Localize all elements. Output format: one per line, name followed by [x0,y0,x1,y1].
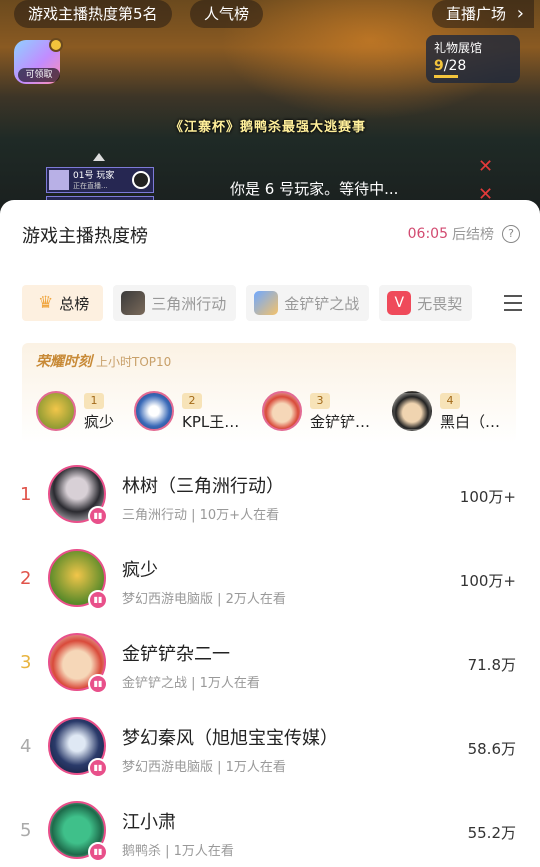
tab-label: 无畏契 [417,294,463,313]
help-icon[interactable]: ? [502,225,520,243]
tab-valorant[interactable]: V 无畏契 [379,285,473,321]
streamer-meta: 金铲铲之战 | 1万人在看 [122,676,260,691]
live-indicator-icon: ▮▮ [88,506,108,526]
heat-score: 55.2万 [467,824,516,842]
honor-rank-badge: 3 [310,393,330,409]
gift-gallery-progress: 9/28 [434,58,467,74]
heat-score: 100万+ [459,572,516,590]
valorant-icon: V [387,291,412,315]
rank-number: 4 [20,736,32,757]
tab-tft[interactable]: 金铲铲之战 [246,285,370,321]
live-plaza-button[interactable]: 直播广场 › [431,0,534,28]
popularity-list-pill[interactable]: 人气榜 [190,0,264,28]
avatar [392,391,432,431]
streamer-name: 金铲铲杂二一 [122,644,230,665]
live-indicator-icon: ▮▮ [88,590,108,610]
crown-icon: ♛ [38,293,54,313]
live-indicator-icon: ▮▮ [88,758,108,778]
rank-row[interactable]: 4 ▮▮ 梦幻秦风（旭旭宝宝传媒） 梦幻西游电脑版 | 1万人在看 58.6万 [0,714,540,798]
honor-title: 荣耀时刻 [36,354,92,370]
triangle-marker-icon [93,153,105,161]
rank-row[interactable]: 1 ▮▮ 林树（三角洲行动） 三角洲行动 | 10万+人在看 100万+ [0,462,540,546]
claim-label: 可领取 [18,68,60,82]
tab-label: 总榜 [59,294,90,313]
live-indicator-icon: ▮▮ [88,674,108,694]
live-indicator-icon: ▮▮ [88,842,108,862]
rank-row[interactable]: 3 ▮▮ 金铲铲杂二一 金铲铲之战 | 1万人在看 71.8万 [0,630,540,714]
rank-row[interactable]: 2 ▮▮ 疯少 梦幻西游电脑版 | 2万人在看 100万+ [0,546,540,630]
honor-moment-card: 荣耀时刻 上小时TOP10 1 疯少 2 KPL王… 3 金铲铲… 4 黑白（… [22,343,516,443]
streamer-name: 疯少 [122,560,158,581]
streamer-meta: 三角洲行动 | 10万+人在看 [122,508,280,523]
delta-force-icon [121,291,146,315]
game-status-text: 你是 6 号玩家。等待中... [230,180,399,198]
player-status-icon [132,171,150,189]
claim-gift-badge[interactable]: 可领取 [14,38,63,84]
streamer-name: 梦幻秦风（旭旭宝宝传媒） [122,728,338,749]
tab-overall[interactable]: ♛ 总榜 [22,285,104,321]
countdown-time: 06:05 [407,226,448,242]
chevron-right-icon: › [516,3,524,24]
streamer-meta: 鹅鸭杀 | 1万人在看 [122,844,234,859]
streamer-name: 江小肃 [122,812,176,833]
honor-name: KPL王… [182,413,240,431]
game-banner-text: 《江寨杯》鹅鸭杀最强大逃赛事 [170,120,367,135]
panel-title: 游戏主播热度榜 [22,226,148,247]
notification-dot [49,38,63,52]
honor-name: 疯少 [84,413,115,431]
countdown-suffix: 后结榜 [452,227,494,243]
rank-row[interactable]: 5 ▮▮ 江小肃 鹅鸭杀 | 1万人在看 55.2万 [0,798,540,867]
rank-number: 1 [20,484,32,505]
countdown: 06:05 后结榜 ? [408,224,520,244]
live-plaza-label: 直播广场 [445,5,506,23]
player-tag: 01号 玩家 正在直播... [46,167,154,193]
menu-icon[interactable] [504,295,522,311]
mute-icon: ✕ [478,156,494,177]
avatar [262,391,302,431]
streamer-name: 林树（三角洲行动） [122,476,284,497]
hot-rank-panel: 游戏主播热度榜 06:05 后结榜 ? ♛ 总榜 三角洲行动 金铲铲之战 V 无… [0,200,540,867]
honor-name: 黑白（… [440,413,501,431]
rank-number: 5 [20,820,32,841]
streamer-meta: 梦幻西游电脑版 | 2万人在看 [122,592,286,607]
live-stream-video[interactable]: 游戏主播热度第5名 人气榜 直播广场 › 可领取 礼物展馆 9/28 《江寨杯》… [0,0,540,215]
honor-subtitle: 上小时TOP10 [96,355,172,369]
streamer-meta: 梦幻西游电脑版 | 1万人在看 [122,760,286,775]
rank-number: 3 [20,652,32,673]
tft-icon [254,291,279,315]
honor-rank-badge: 2 [182,393,202,409]
avatar [134,391,174,431]
tab-label: 金铲铲之战 [284,294,360,313]
hot-rank-pill[interactable]: 游戏主播热度第5名 [14,0,172,28]
gift-gallery-title: 礼物展馆 [434,41,483,55]
gift-gallery-bar [434,75,458,78]
honor-rank-badge: 4 [440,393,460,409]
heat-score: 58.6万 [467,740,516,758]
avatar [36,391,76,431]
gift-gallery-card[interactable]: 礼物展馆 9/28 [426,35,520,83]
player-avatar [49,170,69,190]
rank-number: 2 [20,568,32,589]
honor-name: 金铲铲… [310,413,371,431]
honor-rank-badge: 1 [84,393,104,409]
tab-delta-force[interactable]: 三角洲行动 [113,285,237,321]
heat-score: 71.8万 [467,656,516,674]
category-tabs: ♛ 总榜 三角洲行动 金铲铲之战 V 无畏契 [22,285,502,321]
tab-label: 三角洲行动 [151,294,227,313]
heat-score: 100万+ [459,488,516,506]
